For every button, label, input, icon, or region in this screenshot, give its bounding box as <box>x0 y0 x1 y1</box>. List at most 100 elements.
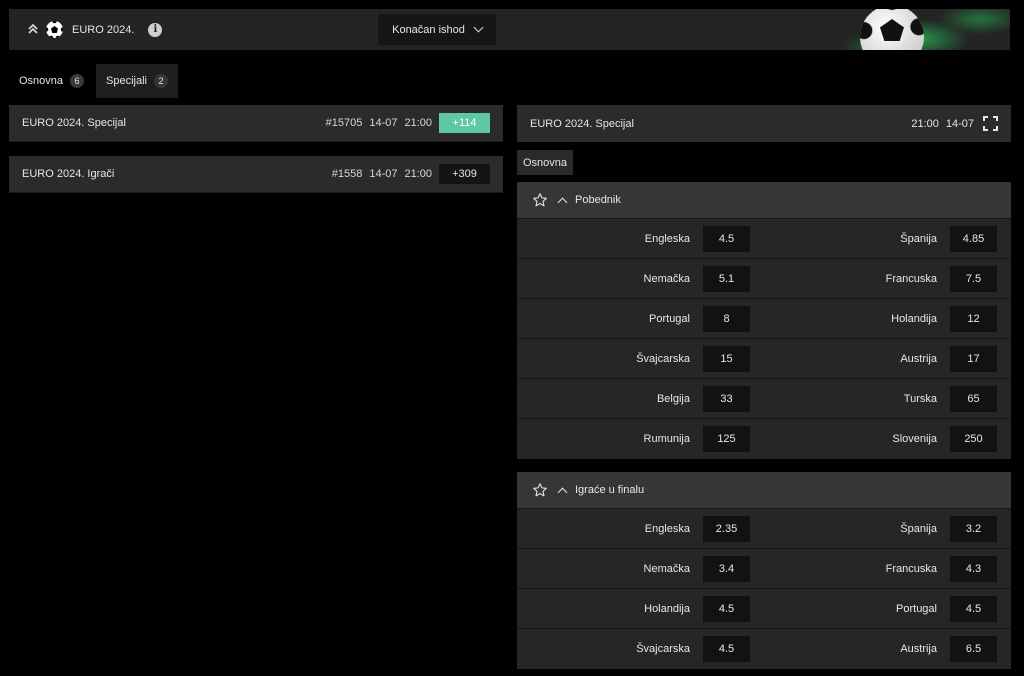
event-name: EURO 2024. Igrači <box>22 168 115 180</box>
odds-cell: Švajcarska 4.5 <box>517 629 764 669</box>
outcome-label: Španija <box>900 232 937 245</box>
outcome-label: Belgija <box>656 392 690 405</box>
tab-label: Specijali <box>106 75 147 87</box>
more-markets-button[interactable]: +114 <box>439 113 490 133</box>
odd-button[interactable]: 6.5 <box>950 636 997 662</box>
event-row[interactable]: EURO 2024. Igrači #1558 14-07 21:00 +309 <box>9 156 503 193</box>
odds-cell: Španija 4.85 <box>764 219 1011 258</box>
odd-button[interactable]: 15 <box>703 345 750 372</box>
event-code: #1558 <box>331 168 363 180</box>
caret-up-icon[interactable] <box>557 197 568 207</box>
odds-cell: Portugal 8 <box>517 299 764 338</box>
caret-up-icon[interactable] <box>557 487 568 497</box>
odds-row: Engleska 2.35 Španija 3.2 <box>517 509 1011 549</box>
tab-specijali[interactable]: Specijali 2 <box>96 64 178 98</box>
tab-label: Osnovna <box>19 75 64 87</box>
market-name: Igraće u finalu <box>575 484 645 496</box>
outcome-label: Portugal <box>896 602 937 615</box>
odds-cell: Austrija 17 <box>764 339 1011 378</box>
tab-count-badge: 2 <box>154 74 168 88</box>
odds-row: Holandija 4.5 Portugal 4.5 <box>517 589 1011 629</box>
banner-image <box>810 9 1010 50</box>
odds-cell: Engleska 2.35 <box>517 509 764 548</box>
odd-button[interactable]: 8 <box>703 305 750 332</box>
odds-row: Engleska 4.5 Španija 4.85 <box>517 219 1011 259</box>
odd-button[interactable]: 3.2 <box>950 515 997 542</box>
detail-subtab-osnovna[interactable]: Osnovna <box>517 150 574 175</box>
market-type-label: Konačan ishod <box>392 23 465 36</box>
odds-cell: Belgija 33 <box>517 379 764 418</box>
league-header: EURO 2024. i Konačan ishod <box>9 9 1010 50</box>
outcome-label: Engleska <box>644 232 690 245</box>
chevrons-up-icon[interactable] <box>26 23 40 37</box>
more-markets-button[interactable]: +309 <box>439 164 490 184</box>
outcome-label: Holandija <box>891 312 937 325</box>
odd-button[interactable]: 4.5 <box>703 595 750 622</box>
odds-row: Švajcarska 4.5 Austrija 6.5 <box>517 629 1011 669</box>
market-igrace-u-finalu: Igraće u finalu Engleska 2.35 Španija 3.2 … <box>517 472 1011 669</box>
odds-cell: Nemačka 3.4 <box>517 549 764 588</box>
soccer-ball-icon <box>46 21 63 38</box>
market-header[interactable]: Pobednik <box>517 182 1011 219</box>
odd-button[interactable]: 33 <box>703 385 750 412</box>
outcome-label: Austrija <box>900 352 937 365</box>
odd-button[interactable]: 2.35 <box>703 515 750 542</box>
outcome-label: Španija <box>900 522 937 535</box>
info-icon[interactable]: i <box>148 22 163 37</box>
odds-cell: Nemačka 5.1 <box>517 259 764 298</box>
odd-button[interactable]: 17 <box>950 345 997 372</box>
market-type-dropdown[interactable]: Konačan ishod <box>378 14 496 45</box>
odd-button[interactable]: 12 <box>950 305 997 332</box>
outcome-label: Turska <box>903 392 937 405</box>
event-detail-panel: EURO 2024. Specijal 21:00 14-07 Osnovna … <box>517 105 1011 669</box>
odds-row: Nemačka 3.4 Francuska 4.3 <box>517 549 1011 589</box>
chevron-down-icon <box>473 22 484 33</box>
tab-count-badge: 6 <box>70 74 85 88</box>
star-icon[interactable] <box>531 191 549 209</box>
outcome-label: Francuska <box>885 562 937 575</box>
event-detail-header: EURO 2024. Specijal 21:00 14-07 <box>517 105 1011 142</box>
outcome-label: Švajcarska <box>636 643 690 655</box>
event-time: 21:00 <box>404 117 432 129</box>
odd-button[interactable]: 4.5 <box>703 636 750 662</box>
category-tabs: Osnovna 6 Specijali 2 <box>9 64 178 98</box>
odd-button[interactable]: 4.85 <box>950 225 997 252</box>
odds-cell: Slovenija 250 <box>764 419 1011 459</box>
odd-button[interactable]: 5.1 <box>703 265 750 292</box>
event-list: EURO 2024. Specijal #15705 14-07 21:00 +… <box>9 105 503 207</box>
soccer-ball-banner-icon <box>860 9 924 50</box>
outcome-label: Holandija <box>644 602 690 615</box>
market-pobednik: Pobednik Engleska 4.5 Španija 4.85 Nemačka… <box>517 182 1011 459</box>
market-header[interactable]: Igraće u finalu <box>517 472 1011 509</box>
odds-cell: Španija 3.2 <box>764 509 1011 548</box>
event-row[interactable]: EURO 2024. Specijal #15705 14-07 21:00 +… <box>9 105 503 142</box>
outcome-label: Portugal <box>649 312 690 325</box>
odd-button[interactable]: 65 <box>950 385 997 412</box>
expand-icon[interactable] <box>983 116 998 131</box>
odds-cell: Švajcarska 15 <box>517 339 764 378</box>
odds-row: Nemačka 5.1 Francuska 7.5 <box>517 259 1011 299</box>
odd-button[interactable]: 3.4 <box>703 555 750 582</box>
outcome-label: Nemačka <box>643 272 690 285</box>
odds-cell: Francuska 4.3 <box>764 549 1011 588</box>
odd-button[interactable]: 125 <box>703 426 750 452</box>
odd-button[interactable]: 250 <box>950 426 997 452</box>
tab-osnovna[interactable]: Osnovna 6 <box>9 64 94 98</box>
event-date: 14-07 <box>369 117 398 129</box>
detail-event-time: 21:00 <box>911 117 939 130</box>
outcome-label: Nemačka <box>643 562 690 575</box>
outcome-label: Švajcarska <box>636 352 690 365</box>
star-icon[interactable] <box>531 481 549 499</box>
odd-button[interactable]: 4.5 <box>703 225 750 252</box>
outcome-label: Slovenija <box>892 433 937 445</box>
odds-cell: Portugal 4.5 <box>764 589 1011 628</box>
outcome-label: Francuska <box>885 272 937 285</box>
odds-cell: Holandija 4.5 <box>517 589 764 628</box>
event-name: EURO 2024. Specijal <box>22 117 126 129</box>
event-code: #15705 <box>325 117 363 129</box>
odd-button[interactable]: 4.5 <box>950 595 997 622</box>
odd-button[interactable]: 7.5 <box>950 265 997 292</box>
event-time: 21:00 <box>404 168 432 180</box>
odd-button[interactable]: 4.3 <box>950 555 997 582</box>
league-title: EURO 2024. <box>72 23 135 36</box>
